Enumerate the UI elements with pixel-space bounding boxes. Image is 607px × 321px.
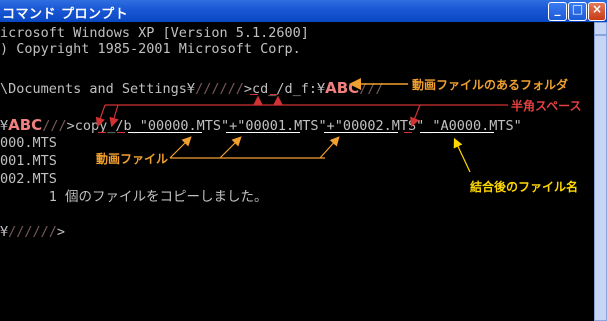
minimize-icon: _	[554, 2, 561, 16]
copy-prefix: ¥	[0, 118, 9, 134]
file-underline-3	[324, 132, 398, 133]
minimize-button[interactable]: _	[548, 2, 567, 21]
file-underline-1	[128, 132, 202, 133]
cd-prefix: \Documents and Settings¥	[0, 81, 196, 97]
console-area[interactable]: icrosoft Windows XP [Version 5.1.2600] )…	[0, 22, 594, 319]
final-prompt-suffix: >	[56, 224, 66, 240]
redacted-final-username: //////	[8, 224, 57, 240]
annotation-merged-file-label: 結合後のファイル名	[470, 180, 579, 194]
copy-folder-name: ABC	[8, 116, 43, 134]
cd-folder-name: ABC	[325, 79, 360, 97]
file-underline-2	[226, 132, 300, 133]
title-bar[interactable]: コマンド プロンプト _ □ ×	[0, 0, 607, 22]
maximize-icon: □	[571, 2, 584, 16]
redacted-username: //////	[195, 81, 244, 97]
output-line-2: 001.MTS	[0, 153, 57, 169]
maximize-button[interactable]: □	[568, 2, 587, 21]
redacted-copy-suffix: ///	[42, 118, 67, 134]
redacted-folder-suffix: ///	[359, 81, 384, 97]
space-marker-cd-1	[250, 94, 258, 95]
vertical-scrollbar[interactable]	[594, 22, 607, 321]
close-icon: ×	[591, 2, 603, 16]
annotation-space-label: 半角スペース	[511, 99, 582, 113]
scroll-up-button[interactable]	[594, 22, 607, 35]
merged-file-underline	[420, 132, 494, 133]
scroll-thumb[interactable]	[594, 35, 607, 321]
command-cd-line: \Documents and Settings¥//////>cd_/d_f:¥…	[0, 80, 384, 97]
output-line-3: 002.MTS	[0, 171, 57, 187]
final-prefix: ¥	[0, 224, 9, 240]
space-marker-cd-2	[270, 94, 278, 95]
space-marker-copy-3	[404, 132, 412, 133]
space-marker-copy-1	[98, 132, 106, 133]
space-marker-copy-2	[117, 132, 125, 133]
console-line-version: icrosoft Windows XP [Version 5.1.2600]	[0, 25, 309, 41]
final-prompt-line: ¥//////>	[0, 224, 65, 240]
window-title: コマンド プロンプト	[2, 7, 129, 22]
output-line-1: 000.MTS	[0, 135, 57, 151]
annotation-video-files-label: 動画ファイル	[96, 152, 169, 166]
close-button[interactable]: ×	[588, 2, 606, 21]
annotation-folder-label: 動画ファイルのあるフォルダ	[412, 78, 569, 92]
console-line-copyright: ) Copyright 1985-2001 Microsoft Corp.	[0, 41, 301, 57]
copy-result-line: 1 個のファイルをコピーしました。	[0, 189, 268, 205]
